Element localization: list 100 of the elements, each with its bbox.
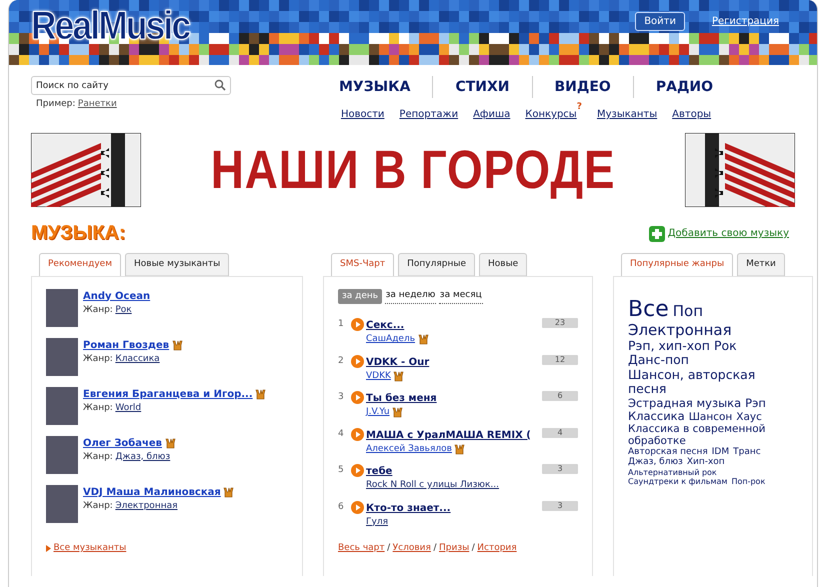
photo-placeholder [46,386,78,424]
genre-link[interactable]: Классика [115,352,160,366]
nav-link[interactable]: РАДИО [634,76,736,98]
genre-label: Жанр: [83,500,113,512]
photo-placeholder [46,436,78,474]
play-icon[interactable] [350,354,364,368]
subnav-link[interactable]: Новости [340,107,384,122]
genre-tag[interactable]: Джаз, блюз [628,457,683,468]
genre-tag[interactable]: Эстрадная музыка [628,396,742,410]
triangle-icon [46,545,51,552]
song-link[interactable]: Кто-то знает... [366,502,451,514]
genre-tag[interactable]: Рок [714,339,737,354]
chart-footer-link[interactable]: Условия [392,542,431,556]
link-separator: / [387,542,390,555]
photo-placeholder [46,338,78,376]
chart-footer-link[interactable]: История [477,542,517,556]
song-link[interactable]: Секс... [366,320,404,331]
genre-tag[interactable]: Хаус [736,410,762,423]
plus-icon[interactable] [649,226,666,242]
rank-number: 6 [338,500,345,514]
vote-count: 23 [542,318,578,328]
genre-tag[interactable]: Электронная [628,322,732,340]
link-separator: / [472,542,475,555]
chart-footer-link[interactable]: Призы [438,542,470,556]
genre-tag[interactable]: Саундтреки к фильмам [628,476,728,486]
song-link[interactable]: Ты без меня [366,393,437,404]
nav-link[interactable]: ВИДЕО [532,76,634,98]
play-icon[interactable] [350,428,364,440]
artist-link[interactable]: Гуля [366,516,388,529]
genre-tag[interactable]: Шансон [688,410,732,423]
period-tab[interactable]: за месяц [438,289,483,304]
tab[interactable]: SMS-Чарт [331,253,394,276]
genre-link[interactable]: Джаз, блюз [115,450,170,464]
genre-tag[interactable]: Рэп [745,396,766,410]
genre-link[interactable]: Электронная [115,500,178,513]
banner-title: НАШИ В ГОРОДЕ [210,143,616,197]
all-musicians-link[interactable]: Все музыканты [54,542,126,556]
photo-placeholder [46,484,78,522]
tab[interactable]: Новые музыканты [125,253,230,276]
search-icon[interactable] [214,79,226,91]
genre-label: Жанр: [83,304,113,316]
genre-tag[interactable]: Поп-рок [731,476,766,486]
artist-link[interactable]: VDKK [366,370,391,383]
period-tab[interactable]: за неделю [384,289,436,304]
example-link[interactable]: Ранетки [78,98,117,111]
song-link[interactable]: тебе [366,466,392,477]
tab[interactable]: Рекомендуем [39,253,121,276]
genre-tag[interactable]: Рэп, хип-хоп [628,339,710,354]
login-button[interactable]: Войти [635,12,685,31]
genre-tag[interactable]: Классика [628,410,685,423]
add-music-link[interactable]: Добавить свою музыку [668,226,789,241]
subnav-link[interactable]: Афиша [473,107,510,122]
play-icon[interactable] [350,500,364,514]
musician-link[interactable]: Роман Гвоздев [83,338,170,352]
artist-link[interactable]: Rock N Roll с улицы Лизюк... [366,479,500,492]
genre-tag[interactable]: Шансон, авторская песня [628,368,794,397]
genre-tag[interactable]: Поп [672,302,703,320]
play-icon[interactable] [350,464,364,477]
genre-tag[interactable]: IDM [712,447,730,458]
play-icon[interactable] [350,318,364,331]
subnav-link[interactable]: Авторы [672,107,712,122]
genre-tag[interactable]: Альтернативный рок [628,468,717,477]
tab[interactable]: Новые [479,253,528,276]
register-link[interactable]: Регистрация [712,14,779,29]
vote-count: 4 [542,428,578,438]
genre-link[interactable]: Рок [115,304,132,317]
musician-link[interactable]: VDJ Маша Малиновская [83,484,221,500]
song-link[interactable]: МАША с УралМАША REMIX ( [366,430,531,440]
tab[interactable]: Метки [737,253,785,276]
musician-link[interactable]: Andy Ocean [83,288,150,304]
vote-count: 3 [542,500,578,510]
musician-link[interactable]: Евгения Браганцева и Игор... [83,386,253,402]
example-label: Пример: [36,98,76,110]
search-field[interactable]: Поиск по сайту [31,76,231,95]
genre-link[interactable]: World [115,402,142,415]
genre-tag[interactable]: Транс [733,447,761,458]
play-icon[interactable] [350,391,364,404]
rank-number: 1 [338,318,345,331]
artist-link[interactable]: J.V.Yu [366,406,390,420]
genre-tag[interactable]: Все [628,296,669,322]
subnav-link[interactable]: Музыканты [596,107,658,122]
tab[interactable]: Популярные жанры [621,253,734,276]
nav-link[interactable]: СТИХИ [433,76,533,98]
chart-footer-link[interactable]: Весь чарт [338,542,385,556]
genre-tag[interactable]: Классика в современной обработке [628,422,794,448]
genre-tag[interactable]: Данс-поп [628,353,689,368]
subnav-link[interactable]: Конкурсы [525,107,577,122]
genre-label: Жанр: [83,352,113,366]
nav-link[interactable]: МУЗЫКА [316,76,434,98]
subnav-link[interactable]: Репортажи [399,107,458,122]
artist-link[interactable]: Алексей Завьялов [366,442,452,456]
period-tab[interactable]: за день [338,288,382,304]
song-link[interactable]: VDKK - Our [366,356,430,368]
link-separator: / [433,542,436,555]
musician-link[interactable]: Олег Зобачев [83,436,162,450]
rank-number: 4 [338,428,345,440]
genre-tag[interactable]: Хип-хоп [686,457,725,468]
artist-link[interactable]: СашАдель [366,333,416,346]
genre-tag[interactable]: Авторская песня [628,447,708,458]
tab[interactable]: Популярные [398,253,475,276]
